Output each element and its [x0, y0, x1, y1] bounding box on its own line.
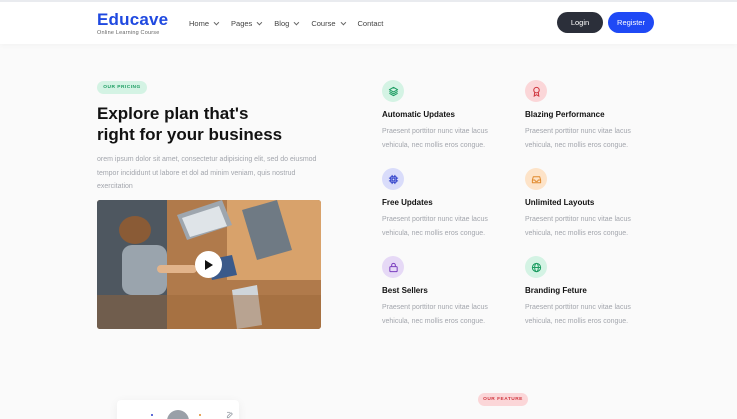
nav-label: Home: [189, 19, 210, 28]
profile-card: [117, 400, 239, 419]
chevron-down-icon: [293, 19, 300, 25]
feature-desc: Praesent porttitor nunc vitae lacus vehi…: [382, 304, 488, 325]
layers-icon: [382, 80, 404, 102]
lead-paragraph: orem ipsum dolor sit amet, consectetur a…: [97, 156, 317, 190]
decor-dot: [151, 414, 153, 416]
feature-desc: Praesent porttitor nunc vitae lacus vehi…: [382, 216, 488, 237]
badge-icon: [525, 80, 547, 102]
header: Educave Online Learning Course Home Page…: [0, 0, 737, 44]
headline-line-2: right for your business: [97, 125, 283, 144]
decor-dot: [199, 414, 201, 416]
inbox-icon: [525, 168, 547, 190]
feature-badge: OUR FEATURE: [478, 393, 528, 406]
main-nav: Home Pages Blog Course Contact: [189, 19, 397, 28]
feature-blazing-performance: Blazing Performance Praesent porttitor n…: [525, 80, 645, 153]
nav-label: Blog: [274, 19, 290, 28]
play-icon: [205, 259, 213, 270]
feature-free-updates: Free Updates Praesent porttitor nunc vit…: [382, 168, 502, 241]
chevron-down-icon: [340, 19, 346, 25]
nav-item-course[interactable]: Course: [311, 19, 346, 28]
feature-title: Branding Feture: [525, 286, 587, 295]
feature-title: Automatic Updates: [382, 110, 455, 119]
nav-item-contact[interactable]: Contact: [358, 19, 384, 28]
feature-desc: Praesent porttitor nunc vitae lacus vehi…: [382, 128, 488, 149]
login-button[interactable]: Login: [557, 12, 603, 33]
feature-desc: Praesent porttitor nunc vitae lacus vehi…: [525, 304, 631, 325]
brand-name: Educave: [97, 10, 169, 29]
feature-desc: Praesent porttitor nunc vitae lacus vehi…: [525, 128, 631, 149]
video-thumbnail[interactable]: [97, 200, 321, 329]
feature-title: Best Sellers: [382, 286, 428, 295]
headline-line-1: Explore plan that's: [97, 104, 249, 123]
nav-label: Course: [311, 19, 336, 28]
feature-automatic-updates: Automatic Updates Praesent porttitor nun…: [382, 80, 502, 153]
feature-best-sellers: Best Sellers Praesent porttitor nunc vit…: [382, 256, 502, 329]
feature-title: Unlimited Layouts: [525, 198, 595, 207]
nav-label: Pages: [231, 19, 253, 28]
globe-icon: [525, 256, 547, 278]
page-title: Explore plan that's right for your busin…: [97, 103, 317, 145]
chevron-down-icon: [213, 19, 220, 25]
nav-item-pages[interactable]: Pages: [231, 19, 263, 28]
play-button[interactable]: [195, 251, 222, 278]
nav-label: Contact: [357, 19, 384, 28]
chip-icon: [382, 168, 404, 190]
register-button[interactable]: Register: [608, 12, 654, 33]
nav-item-blog[interactable]: Blog: [274, 19, 300, 28]
feature-title: Blazing Performance: [525, 110, 605, 119]
feature-unlimited-layouts: Unlimited Layouts Praesent porttitor nun…: [525, 168, 645, 241]
brand-tagline: Online Learning Course: [97, 30, 160, 36]
lock-icon: [382, 256, 404, 278]
nav-item-home[interactable]: Home: [189, 19, 220, 28]
avatar: [167, 410, 189, 419]
edit-icon[interactable]: [226, 406, 234, 419]
logo[interactable]: Educave Online Learning Course: [97, 10, 168, 36]
feature-desc: Praesent porttitor nunc vitae lacus vehi…: [525, 216, 631, 237]
chevron-down-icon: [256, 19, 263, 25]
pricing-badge: OUR PRICING: [97, 81, 147, 94]
feature-branding: Branding Feture Praesent porttitor nunc …: [525, 256, 645, 329]
feature-title: Free Updates: [382, 198, 433, 207]
